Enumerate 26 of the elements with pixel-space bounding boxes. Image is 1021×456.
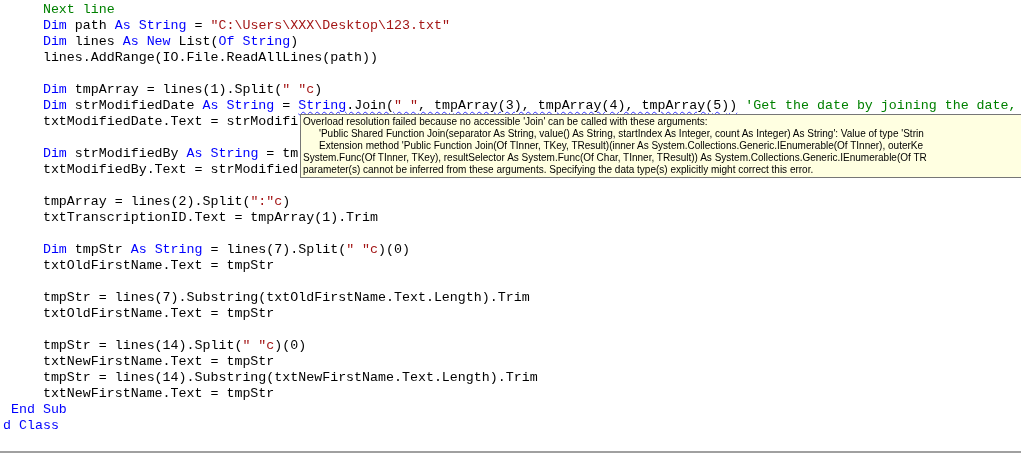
code-line: Dim tmpStr As String = lines(7).Split(" "c)(0) bbox=[41, 242, 410, 258]
code-line: tmpStr = lines(14).Substring(txtNewFirstName.Text.Length).Trim bbox=[41, 370, 538, 386]
code-line: tmpStr = lines(7).Substring(txtOldFirstName.Text.Length).Trim bbox=[41, 290, 530, 306]
code-line: tmpArray = lines(2).Split(":"c) bbox=[41, 194, 291, 210]
code-line: d Class bbox=[3, 418, 59, 434]
code-line: txtNewFirstName.Text = tmpStr bbox=[41, 386, 275, 402]
code-line: End Sub bbox=[9, 402, 67, 418]
code-line: Dim tmpArray = lines(1).Split(" "c) bbox=[41, 82, 323, 98]
code-line: txtModifiedDate.Text = strModifi bbox=[41, 114, 299, 130]
code-line: Dim lines As New List(Of String) bbox=[41, 34, 299, 50]
code-line: lines.AddRange(IO.File.ReadAllLines(path)) bbox=[41, 50, 379, 66]
code-line: tmpStr = lines(14).Split(" "c)(0) bbox=[41, 338, 307, 354]
tooltip-text: System.Func(Of TInner, TKey), resultSelector As System.Func(Of Char, TInner, TResult)) As System.Collections.Generic.IEnumerable(Of TR bbox=[303, 152, 928, 164]
tooltip-text: 'Public Shared Function Join(separator As String, value() As String, startIndex As Integer, count As Integer) As String': Value of type 'Strin bbox=[318, 128, 925, 140]
tooltip-text: Extension method 'Public Function Join(Of TInner, TKey, TResult)(inner As System.Collections.Generic.IEnumerable(Of TInner), outerKe bbox=[318, 140, 925, 152]
tooltip-text: parameter(s) cannot be inferred from these arguments. Specifying the data type(s) explicitly might correct this error. bbox=[303, 164, 815, 176]
code-line: Dim strModifiedBy As String = tm bbox=[41, 146, 299, 162]
code-line: txtOldFirstName.Text = tmpStr bbox=[41, 258, 275, 274]
code-line: txtTranscriptionID.Text = tmpArray(1).Trim bbox=[41, 210, 379, 226]
code-line: Next line bbox=[41, 2, 115, 18]
code-line: txtModifiedBy.Text = strModified bbox=[41, 162, 299, 178]
tooltip-text: Overload resolution failed because no accessible 'Join' can be called with these arguments: bbox=[303, 116, 709, 128]
code-line: Dim path As String = "C:\Users\XXX\Desktop\123.txt" bbox=[41, 18, 450, 34]
code-line: txtNewFirstName.Text = tmpStr bbox=[41, 354, 275, 370]
code-line: txtOldFirstName.Text = tmpStr bbox=[41, 306, 275, 322]
code-line: Dim strModifiedDate As String = String.Join(" ", tmpArray(3), tmpArray(4), tmpArray(5)) 'Get the date by joining the date, bbox=[41, 98, 1017, 114]
